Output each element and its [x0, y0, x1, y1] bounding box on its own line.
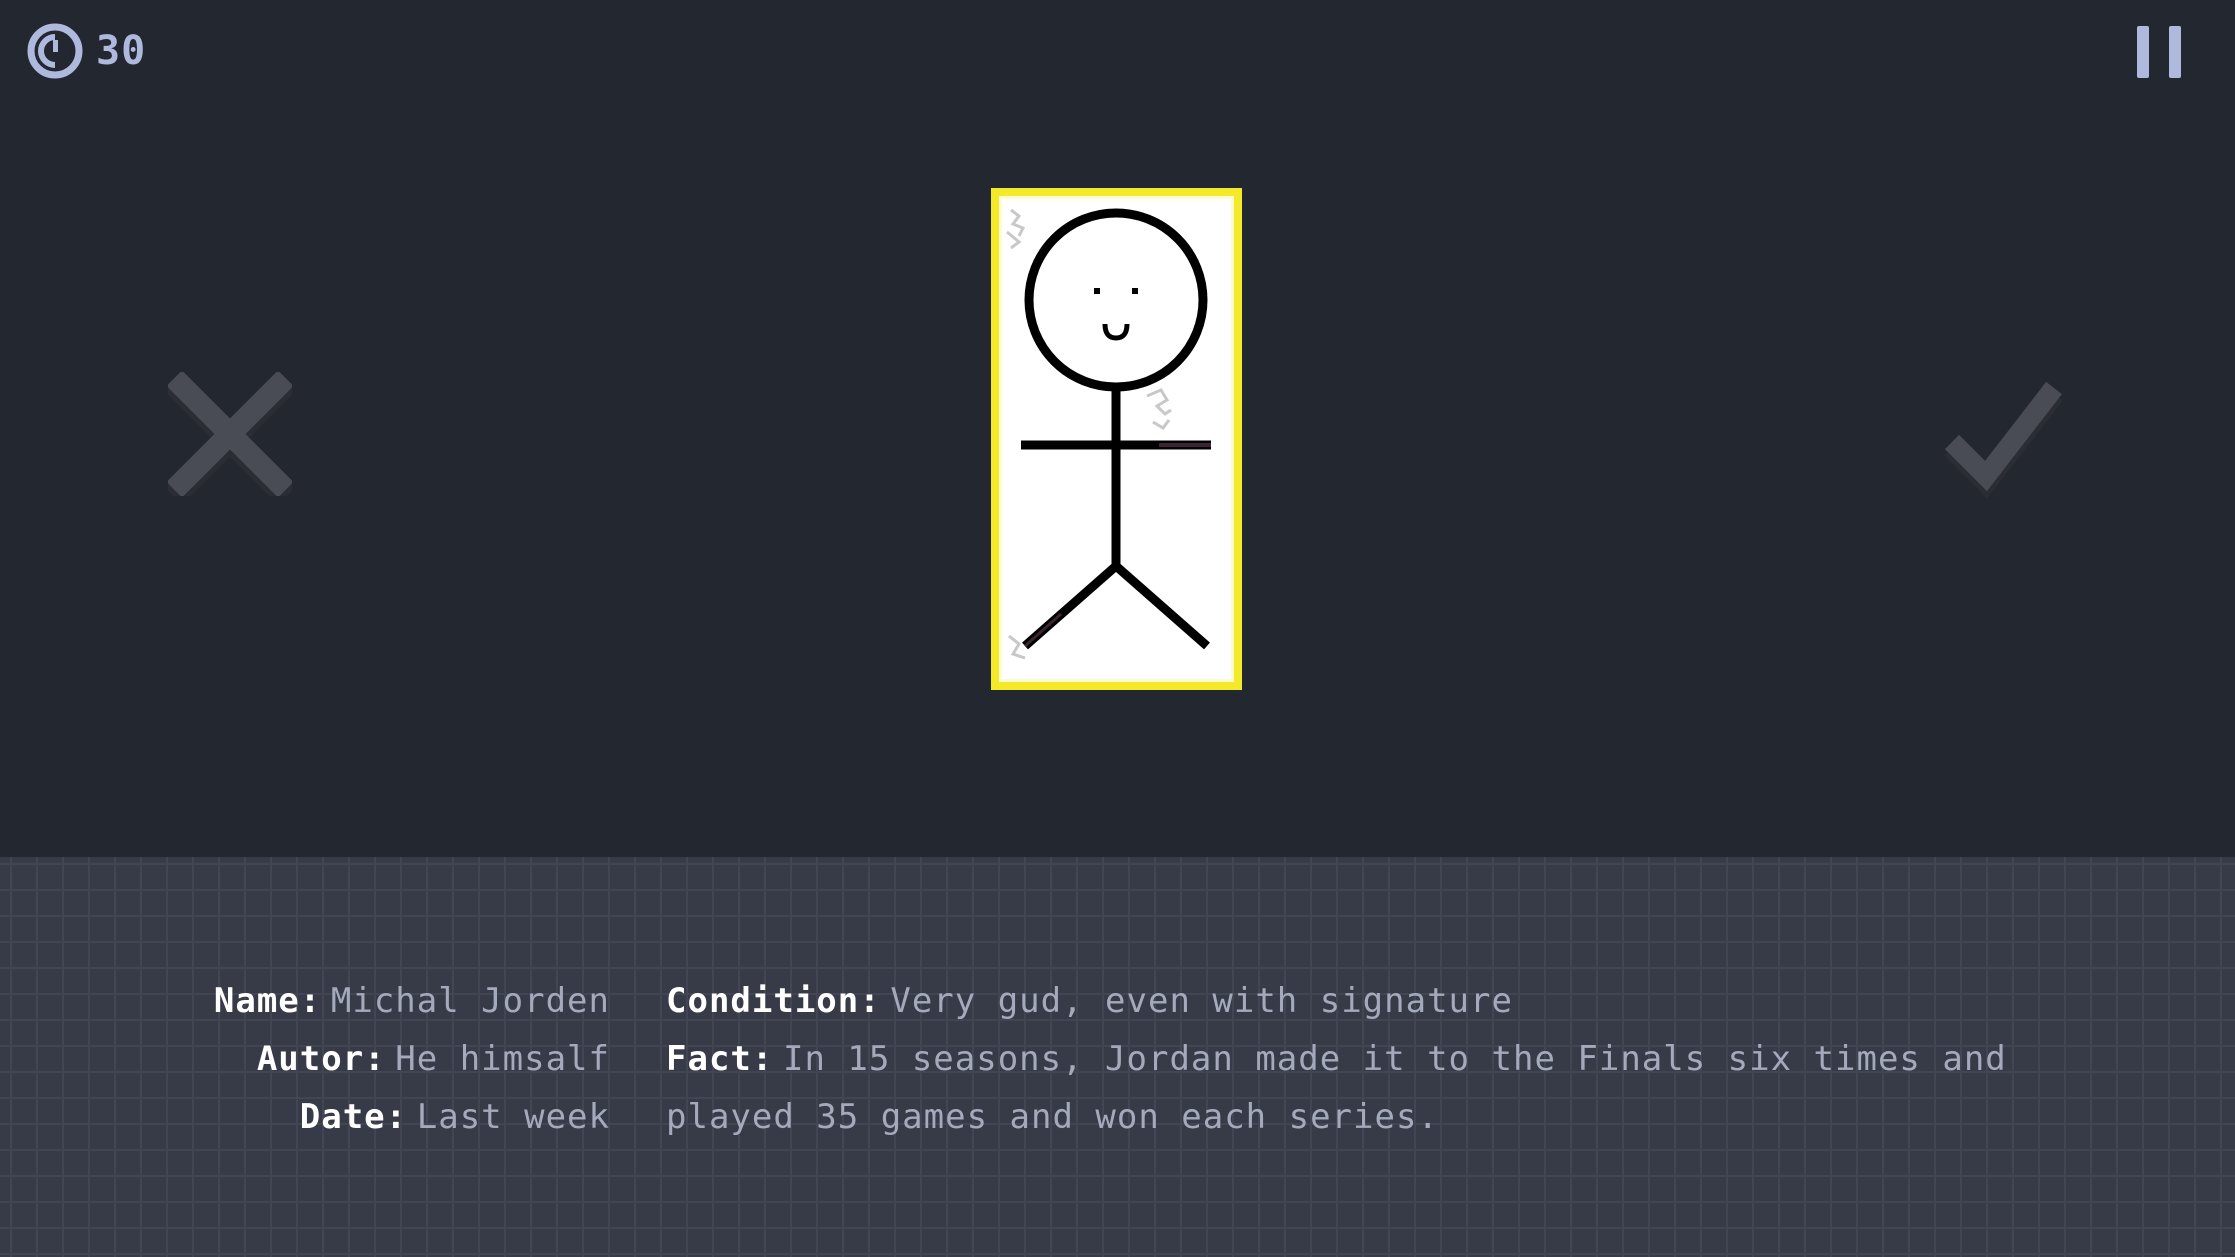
autor-row: Autor: He himsalf: [214, 1033, 610, 1091]
date-row: Date: Last week: [214, 1091, 610, 1149]
fact-row: Fact: In 15 seasons, Jordan made it to t…: [666, 1033, 2116, 1149]
fact-value: In 15 seasons, Jordan made it to the Fin…: [666, 1039, 2007, 1137]
autor-label: Autor:: [256, 1039, 386, 1079]
time-remaining: 30: [96, 28, 147, 74]
name-label: Name:: [213, 981, 322, 1021]
name-row: Name: Michal Jorden: [214, 975, 610, 1033]
name-value: Michal Jorden: [330, 981, 610, 1021]
checkmark-icon: [1944, 381, 2063, 499]
info-panel: Name: Michal Jorden Autor: He himsalf Da…: [0, 857, 2235, 1257]
date-label: Date:: [299, 1097, 408, 1137]
x-icon: [165, 370, 295, 505]
stick-figure-drawing: [1006, 208, 1211, 660]
clock-icon: [27, 23, 83, 79]
condition-label: Condition:: [666, 981, 881, 1021]
item-details: Condition: Very gud, even with signature…: [666, 975, 2116, 1149]
condition-value: Very gud, even with signature: [890, 981, 1513, 1021]
pause-button[interactable]: [2137, 26, 2181, 78]
reject-button[interactable]: [165, 370, 295, 505]
date-value: Last week: [416, 1097, 610, 1137]
autor-value: He himsalf: [395, 1039, 610, 1079]
game-screen: 30 Name: Michal Jorden Autor: He himsalf…: [0, 0, 2235, 1257]
timer: 30: [26, 22, 146, 80]
pause-icon: [2137, 26, 2149, 78]
accept-button[interactable]: [1938, 372, 2066, 500]
item-card[interactable]: [991, 188, 1242, 690]
condition-row: Condition: Very gud, even with signature: [666, 975, 2116, 1033]
item-meta: Name: Michal Jorden Autor: He himsalf Da…: [214, 975, 610, 1149]
fact-label: Fact:: [666, 1039, 774, 1079]
